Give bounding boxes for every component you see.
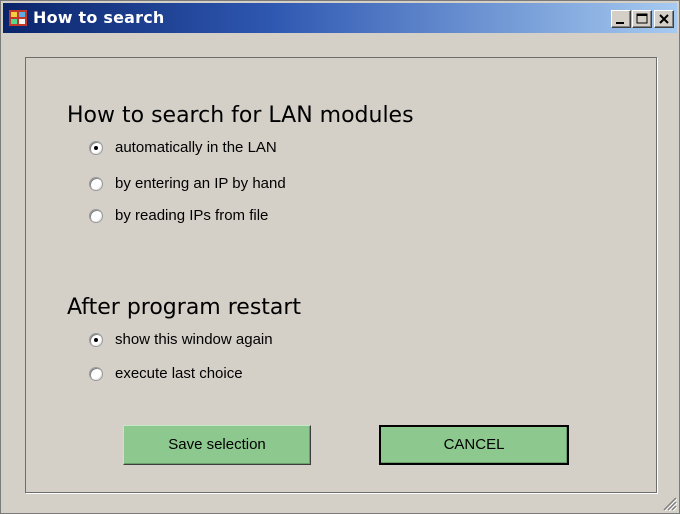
close-icon [659, 14, 669, 24]
radio-button-selected[interactable] [89, 333, 103, 347]
radio-button[interactable] [89, 367, 103, 381]
app-icon [9, 10, 27, 26]
radio-dot [94, 338, 98, 342]
cancel-button[interactable]: CANCEL [379, 425, 569, 465]
radio-dot [94, 146, 98, 150]
radio-label: execute last choice [115, 365, 243, 382]
maximize-icon [636, 13, 648, 24]
how-to-search-window: How to search How to search for LAN modu… [0, 0, 680, 514]
radio-button-selected[interactable] [89, 141, 103, 155]
radio-label: automatically in the LAN [115, 139, 277, 156]
minimize-button[interactable] [611, 10, 631, 28]
maximize-button[interactable] [632, 10, 652, 28]
resize-grip-icon[interactable] [661, 495, 677, 511]
restart-section-heading: After program restart [67, 295, 302, 320]
radio-label: by reading IPs from file [115, 207, 269, 224]
radio-label: by entering an IP by hand [115, 175, 286, 192]
save-selection-button[interactable]: Save selection [123, 425, 311, 465]
close-button[interactable] [654, 10, 674, 28]
radio-button[interactable] [89, 209, 103, 223]
radio-label: show this window again [115, 331, 273, 348]
minimize-icon [616, 22, 624, 24]
title-bar[interactable]: How to search [3, 3, 677, 33]
window-title: How to search [33, 8, 165, 27]
radio-button[interactable] [89, 177, 103, 191]
search-section-heading: How to search for LAN modules [67, 103, 414, 128]
